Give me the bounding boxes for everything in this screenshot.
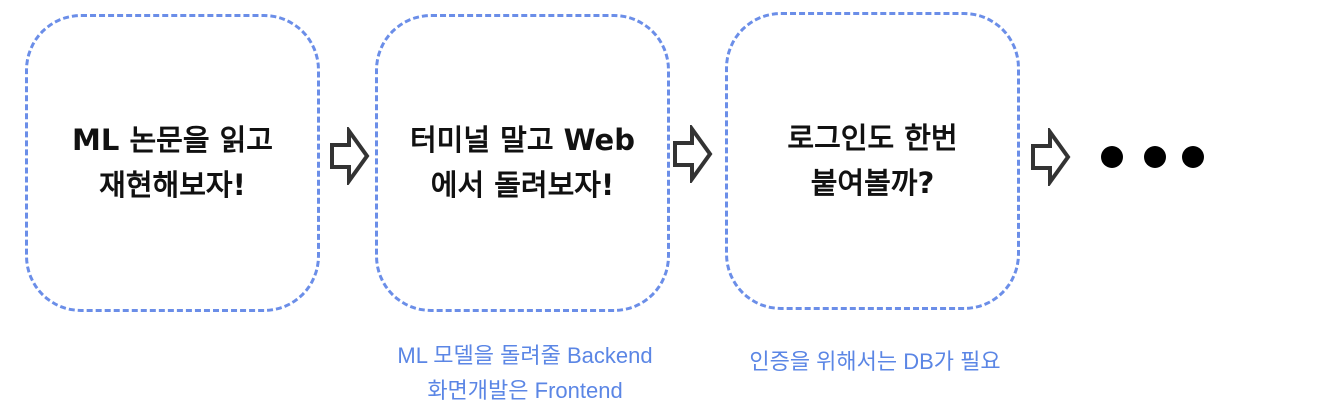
hollow-right-arrow-icon bbox=[1031, 128, 1071, 186]
step-box-2: 터미널 말고 Web 에서 돌려보자! bbox=[375, 14, 670, 312]
step-2-caption: ML 모델을 돌려줄 Backend 화면개발은 Frontend bbox=[360, 338, 690, 408]
step-2-caption-line-1: ML 모델을 돌려줄 Backend bbox=[397, 343, 653, 368]
step-box-2-label: 터미널 말고 Web 에서 돌려보자! bbox=[410, 123, 635, 202]
step-box-3: 로그인도 한번 붙여볼까? bbox=[725, 12, 1020, 310]
hollow-right-arrow-icon bbox=[673, 125, 713, 183]
step-box-3-label: 로그인도 한번 붙여볼까? bbox=[787, 121, 958, 200]
step-box-1-label: ML 논문을 읽고 재현해보자! bbox=[72, 123, 273, 202]
step-2-caption-line-2: 화면개발은 Frontend bbox=[427, 378, 623, 403]
ellipsis-dot bbox=[1144, 146, 1166, 168]
hollow-right-arrow-icon bbox=[330, 127, 370, 185]
step-box-1: ML 논문을 읽고 재현해보자! bbox=[25, 14, 320, 312]
ellipsis-dot bbox=[1101, 146, 1123, 168]
step-3-caption: 인증을 위해서는 DB가 필요 bbox=[710, 344, 1040, 379]
ellipsis-dot bbox=[1182, 146, 1204, 168]
step-3-caption-line-1: 인증을 위해서는 DB가 필요 bbox=[749, 349, 1001, 374]
